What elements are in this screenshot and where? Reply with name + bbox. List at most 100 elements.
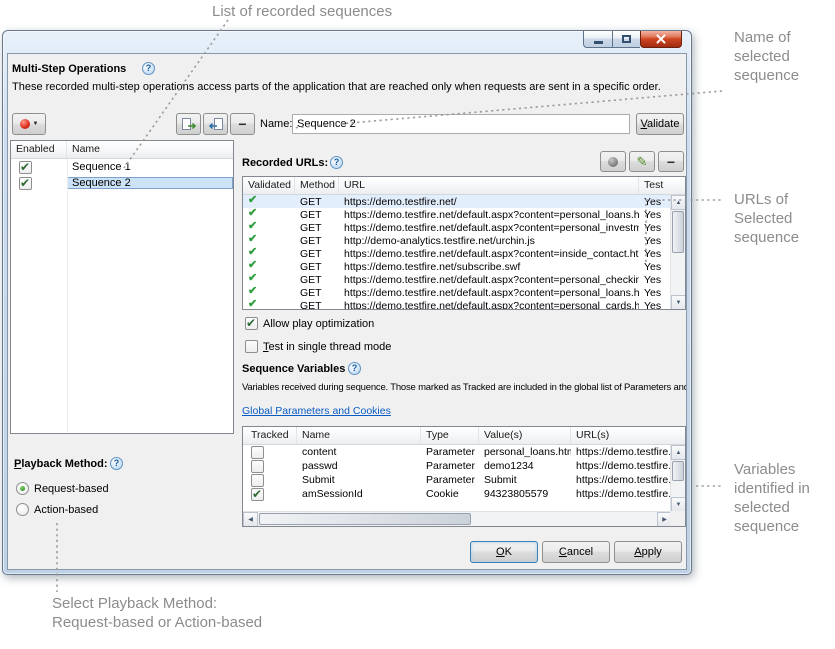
validated-check-icon	[248, 233, 262, 246]
playback-radio[interactable]	[16, 482, 29, 495]
window-titlebar[interactable]	[3, 31, 691, 53]
playback-options: Request-based Action-based	[16, 482, 109, 524]
maximize-button[interactable]	[612, 31, 640, 48]
single-thread-option[interactable]: Test in single thread mode	[245, 340, 391, 353]
url-row[interactable]: GET https://demo.testfire.net/subscribe.…	[243, 260, 685, 273]
playback-radio[interactable]	[16, 503, 29, 516]
url-row[interactable]: GET https://demo.testfire.net/default.as…	[243, 273, 685, 286]
column-url[interactable]: URL	[339, 177, 639, 194]
scroll-down-icon[interactable]: ▼	[671, 497, 686, 512]
urls-vertical-scrollbar[interactable]: ▲ ▼	[670, 195, 685, 310]
export-sequence-button[interactable]	[176, 113, 201, 135]
sequence-variables-table[interactable]: Tracked Name Type Value(s) URL(s) conten…	[242, 426, 686, 527]
variable-row[interactable]: Submit Parameter Submit https://demo.tes…	[243, 473, 685, 487]
scroll-thumb[interactable]	[672, 461, 684, 481]
tracked-checkbox[interactable]	[251, 446, 264, 459]
sequence-list[interactable]: Enabled Name Sequence 1 Sequence 2	[10, 140, 234, 434]
url-value: http://demo-analytics.testfire.net/urchi…	[339, 235, 639, 247]
playback-option[interactable]: Action-based	[16, 503, 109, 516]
sequence-enabled-checkbox[interactable]	[19, 177, 32, 190]
sequence-name[interactable]: Sequence 2	[67, 177, 233, 189]
scroll-up-icon[interactable]: ▲	[671, 195, 686, 210]
sequence-name-input[interactable]	[292, 114, 630, 134]
record-sequence-button[interactable]: ▼	[12, 113, 46, 135]
help-icon-multi-step[interactable]: ?	[142, 62, 155, 75]
scroll-left-icon[interactable]: ◀	[243, 512, 258, 527]
allow-play-option[interactable]: Allow play optimization	[245, 317, 374, 330]
close-icon	[656, 34, 666, 44]
cancel-button[interactable]: Cancel	[542, 541, 610, 563]
single-thread-checkbox[interactable]	[245, 340, 258, 353]
sequence-name[interactable]: Sequence 1	[67, 161, 233, 173]
column-var-type[interactable]: Type	[421, 427, 479, 444]
tracked-checkbox[interactable]	[251, 460, 264, 473]
variable-type: Parameter	[421, 460, 479, 472]
scroll-thumb[interactable]	[672, 211, 684, 253]
url-row[interactable]: GET http://demo-analytics.testfire.net/u…	[243, 234, 685, 247]
variable-row[interactable]: passwd Parameter demo1234 https://demo.t…	[243, 459, 685, 473]
variables-vertical-scrollbar[interactable]: ▲ ▼	[670, 445, 685, 512]
playback-option[interactable]: Request-based	[16, 482, 109, 495]
dialog-description: These recorded multi-step operations acc…	[12, 81, 680, 93]
scrollbar-corner	[670, 511, 685, 526]
edit-url-button[interactable]: ✎	[629, 151, 655, 172]
validated-check-icon	[248, 207, 262, 220]
url-method: GET	[295, 261, 339, 273]
minimize-button[interactable]	[583, 31, 612, 48]
variable-row[interactable]: amSessionId Cookie 94323805579 https://d…	[243, 487, 685, 501]
sequence-row[interactable]: Sequence 2	[11, 175, 233, 191]
help-icon-sequence-variables[interactable]: ?	[348, 362, 361, 375]
url-row[interactable]: GET https://demo.testfire.net/default.as…	[243, 208, 685, 221]
scroll-up-icon[interactable]: ▲	[671, 445, 686, 460]
remove-sequence-button[interactable]: −	[230, 113, 255, 135]
ok-button[interactable]: OK	[470, 541, 538, 563]
column-name[interactable]: Name	[67, 141, 233, 158]
sequence-row[interactable]: Sequence 1	[11, 159, 233, 175]
url-test: Yes	[639, 261, 671, 273]
url-method: GET	[295, 222, 339, 234]
validate-button[interactable]: Validate	[636, 113, 684, 135]
url-row[interactable]: GET https://demo.testfire.net/default.as…	[243, 286, 685, 299]
url-row[interactable]: GET https://demo.testfire.net/default.as…	[243, 247, 685, 260]
variable-rows: content Parameter personal_loans.htm htt…	[243, 445, 685, 513]
variables-horizontal-scrollbar[interactable]: ◀ ▶	[243, 511, 672, 526]
apply-button[interactable]: Apply	[614, 541, 682, 563]
variable-row[interactable]: content Parameter personal_loans.htm htt…	[243, 445, 685, 459]
variable-values: demo1234	[479, 460, 571, 472]
remove-url-button[interactable]: −	[658, 151, 684, 172]
url-method: GET	[295, 196, 339, 208]
column-method[interactable]: Method	[295, 177, 339, 194]
record-url-button[interactable]	[600, 151, 626, 172]
column-var-values[interactable]: Value(s)	[479, 427, 571, 444]
sequence-enabled-checkbox[interactable]	[19, 161, 32, 174]
scroll-thumb[interactable]	[259, 513, 471, 525]
url-row[interactable]: GET https://demo.testfire.net/ Yes	[243, 195, 685, 208]
window-controls	[583, 31, 682, 48]
variable-type: Parameter	[421, 446, 479, 458]
tracked-checkbox[interactable]	[251, 488, 264, 501]
url-value: https://demo.testfire.net/default.aspx?c…	[339, 274, 639, 286]
recorded-urls-table[interactable]: Validated Method URL Test GET https://de…	[242, 176, 686, 310]
column-divider	[67, 159, 68, 432]
help-icon-recorded-urls[interactable]: ?	[330, 156, 343, 169]
column-var-urls[interactable]: URL(s)	[571, 427, 671, 444]
column-validated[interactable]: Validated	[243, 177, 295, 194]
url-row[interactable]: GET https://demo.testfire.net/default.as…	[243, 221, 685, 234]
column-tracked[interactable]: Tracked	[243, 427, 297, 444]
variable-type: Cookie	[421, 488, 479, 500]
url-value: https://demo.testfire.net/default.aspx?c…	[339, 300, 639, 311]
url-row[interactable]: GET https://demo.testfire.net/default.as…	[243, 299, 685, 310]
help-icon-playback-method[interactable]: ?	[110, 457, 123, 470]
tracked-checkbox[interactable]	[251, 474, 264, 487]
close-button[interactable]	[640, 31, 682, 48]
url-value: https://demo.testfire.net/default.aspx?c…	[339, 287, 639, 299]
allow-play-checkbox[interactable]	[245, 317, 258, 330]
global-parameters-link[interactable]: Global Parameters and Cookies	[242, 405, 391, 417]
sequence-variables-description: Variables received during sequence. Thos…	[242, 382, 687, 393]
column-var-name[interactable]: Name	[297, 427, 421, 444]
column-enabled[interactable]: Enabled	[11, 141, 67, 158]
import-sequence-button[interactable]	[203, 113, 228, 135]
scroll-down-icon[interactable]: ▼	[671, 295, 686, 310]
url-method: GET	[295, 287, 339, 299]
column-test[interactable]: Test	[639, 177, 671, 194]
